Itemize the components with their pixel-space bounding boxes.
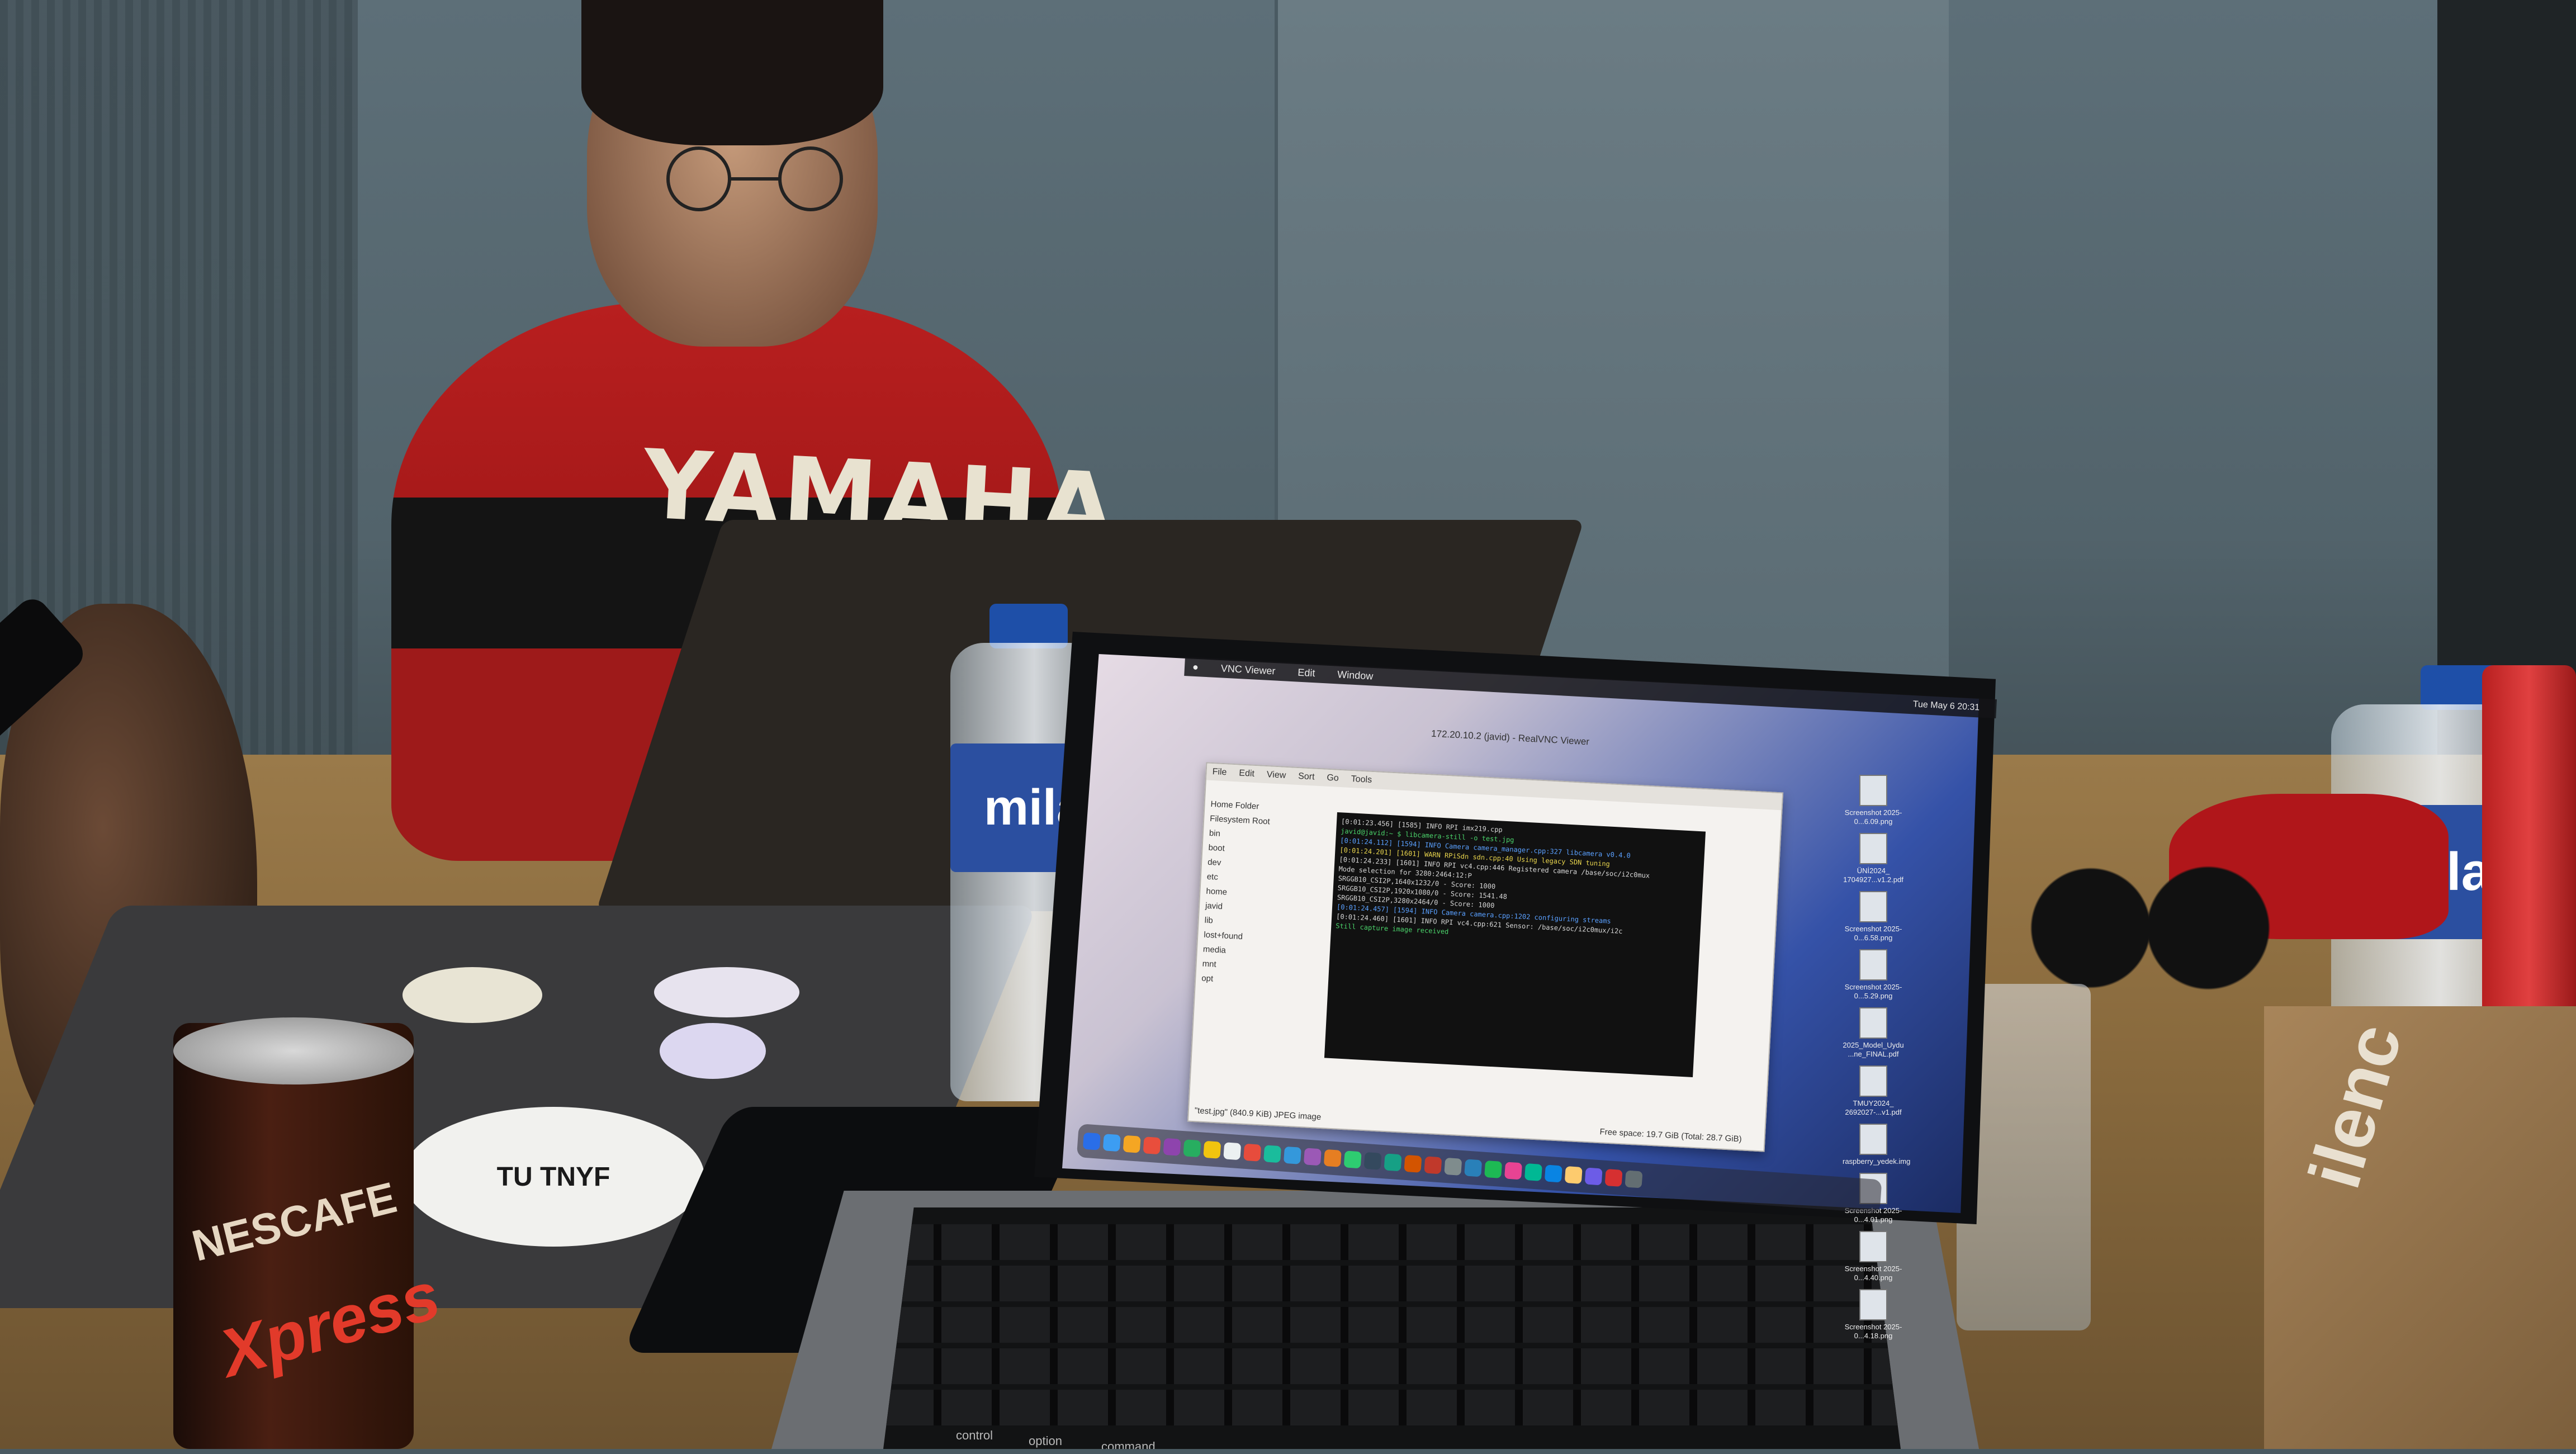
dock-app-icon[interactable]: [1464, 1159, 1483, 1177]
dock-app-icon[interactable]: [1424, 1156, 1442, 1174]
dock-app-icon[interactable]: [1343, 1150, 1362, 1169]
desktop-file[interactable]: Screenshot 2025-0...6.09.png: [1843, 775, 1904, 826]
bottle-cap: [989, 604, 1068, 648]
desktop-file-label: Screenshot 2025-0...6.58.png: [1844, 925, 1902, 942]
desktop-file-label: TMUY2024_ 2692027-...v1.pdf: [1845, 1099, 1902, 1116]
laptop-sticker: TU TNYF: [402, 1107, 704, 1247]
file-icon: [1859, 949, 1887, 981]
dock-app-icon[interactable]: [1223, 1142, 1242, 1161]
dock-app-icon[interactable]: [1584, 1167, 1603, 1186]
desktop-file-label: Screenshot 2025-0...4.40.png: [1844, 1264, 1902, 1282]
person-hair: [581, 0, 883, 145]
file-icon: [1859, 1231, 1887, 1262]
desktop-file[interactable]: Screenshot 2025-0...4.40.png: [1843, 1231, 1904, 1282]
file-icon: [1859, 1289, 1887, 1320]
dock-app-icon[interactable]: [1625, 1170, 1643, 1188]
desktop-file-label: ÜNİ2024_ 1704927...v1.2.pdf: [1843, 866, 1903, 884]
file-icon: [1859, 1124, 1887, 1155]
glasses-icon: [666, 146, 843, 211]
dock-app-icon[interactable]: [1243, 1143, 1262, 1162]
fm-menu-view[interactable]: View: [1266, 770, 1286, 781]
fm-menu-go[interactable]: Go: [1327, 773, 1339, 784]
dock-app-icon[interactable]: [1384, 1153, 1402, 1172]
desktop-file-label: Screenshot 2025-0...5.29.png: [1844, 983, 1902, 1000]
desktop-file[interactable]: raspberry_yedek.img: [1843, 1124, 1911, 1166]
menubar-app[interactable]: VNC Viewer: [1220, 662, 1276, 677]
fm-status-bar: "test.jpg" (840.9 KiB) JPEG image: [1194, 1106, 1322, 1123]
laptop-sticker-small: [402, 967, 542, 1023]
laptop-sticker-small: [654, 967, 799, 1017]
dock-app-icon[interactable]: [1323, 1149, 1342, 1167]
menubar-item-edit[interactable]: Edit: [1298, 666, 1315, 679]
desktop-file-label: 2025_Model_Uydu ...ne_FINAL.pdf: [1843, 1041, 1904, 1058]
dock-app-icon[interactable]: [1564, 1166, 1583, 1184]
fm-free-space: Free space: 19.7 GiB (Total: 28.7 GiB): [1599, 1127, 1742, 1144]
control-key-label: control: [956, 1428, 993, 1442]
dock-app-icon[interactable]: [1363, 1152, 1382, 1170]
fm-menu-edit[interactable]: Edit: [1239, 769, 1254, 779]
can-lid: [173, 1017, 414, 1084]
dock-app-icon[interactable]: [1444, 1157, 1462, 1176]
fm-sidebar: Home Folder Filesystem Root bin boot dev…: [1201, 797, 1306, 991]
menubar-item-window[interactable]: Window: [1337, 669, 1374, 682]
dock-app-icon[interactable]: [1183, 1139, 1201, 1158]
desktop-files: Screenshot 2025-0...6.09.png ÜNİ2024_ 170…: [1839, 771, 1973, 1344]
fm-menu-file[interactable]: File: [1212, 767, 1227, 778]
laptop-sticker-small: [660, 1023, 766, 1079]
desktop-file[interactable]: 2025_Model_Uydu ...ne_FINAL.pdf: [1843, 1007, 1904, 1059]
file-icon: [1859, 833, 1887, 864]
option-key-label: option: [1029, 1434, 1062, 1448]
desktop-file[interactable]: Screenshot 2025-0...4.18.png: [1843, 1289, 1904, 1341]
file-icon: [1859, 891, 1887, 922]
desktop-file[interactable]: Screenshot 2025-0...6.58.png: [1843, 891, 1904, 943]
dock-app-icon[interactable]: [1604, 1168, 1623, 1187]
dock-app-icon[interactable]: [1524, 1163, 1542, 1181]
dock-app-icon[interactable]: [1484, 1160, 1503, 1178]
desktop-file[interactable]: Screenshot 2025-0...5.29.png: [1843, 949, 1904, 1001]
fm-menu-tools[interactable]: Tools: [1351, 774, 1372, 785]
desktop-file[interactable]: ÜNİ2024_ 1704927...v1.2.pdf: [1843, 833, 1904, 884]
dock-app-icon[interactable]: [1123, 1135, 1141, 1153]
apple-icon[interactable]: ●: [1192, 661, 1199, 673]
fm-menu-sort[interactable]: Sort: [1298, 771, 1315, 783]
desktop-file-label: raspberry_yedek.img: [1843, 1157, 1911, 1166]
dock-app-icon[interactable]: [1082, 1132, 1101, 1150]
desktop-file-label: Screenshot 2025-0...6.09.png: [1844, 808, 1902, 826]
red-can: [2482, 665, 2576, 1057]
file-icon: [1859, 1065, 1887, 1097]
dock-app-icon[interactable]: [1203, 1140, 1221, 1159]
dock-app-icon[interactable]: [1163, 1138, 1181, 1156]
file-icon: [1859, 775, 1887, 806]
desktop-file-label: Screenshot 2025-0...4.18.png: [1844, 1323, 1902, 1340]
cardboard-box: [2264, 1006, 2576, 1449]
dock-app-icon[interactable]: [1544, 1164, 1562, 1183]
terminal-window[interactable]: [0:01:23.456] [1585] INFO RPI imx219.cpp…: [1324, 812, 1706, 1077]
dock-app-icon[interactable]: [1303, 1148, 1322, 1166]
dock-app-icon[interactable]: [1404, 1154, 1422, 1173]
dock-app-icon[interactable]: [1102, 1134, 1121, 1152]
file-icon: [1859, 1007, 1887, 1039]
dock-app-icon[interactable]: [1263, 1145, 1282, 1163]
menubar-clock: Tue May 6 20:31: [1912, 699, 1980, 713]
keyboard: control option command: [883, 1207, 1901, 1449]
dock-app-icon[interactable]: [1504, 1162, 1523, 1180]
dock-app-icon[interactable]: [1143, 1136, 1161, 1155]
dock-app-icon[interactable]: [1283, 1146, 1301, 1164]
desktop-file[interactable]: TMUY2024_ 2692027-...v1.pdf: [1843, 1065, 1904, 1117]
command-key-label: command: [1101, 1439, 1156, 1453]
headphones-icon: [2007, 855, 2286, 1001]
